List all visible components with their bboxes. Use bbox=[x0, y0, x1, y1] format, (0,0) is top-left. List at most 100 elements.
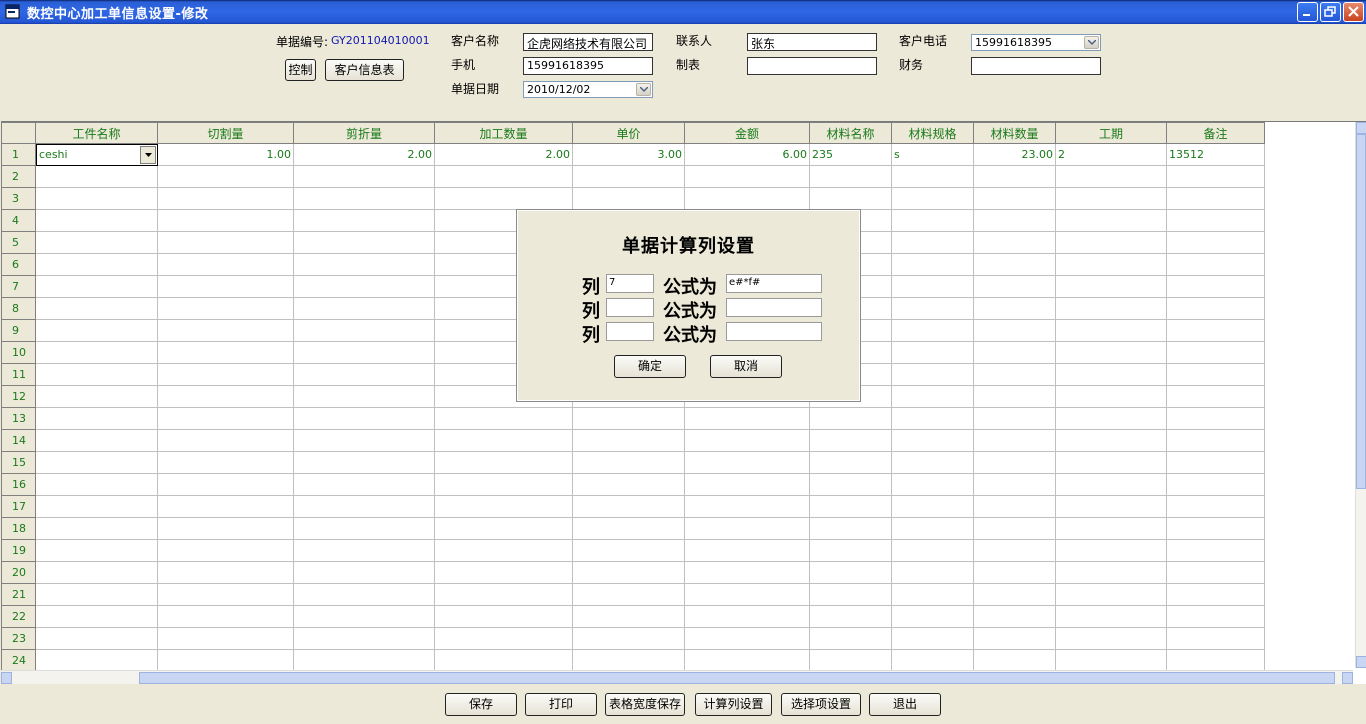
table-cell[interactable] bbox=[572, 649, 685, 672]
finance-field[interactable] bbox=[971, 57, 1101, 75]
row-number[interactable]: 15 bbox=[1, 451, 36, 474]
table-cell[interactable] bbox=[1055, 649, 1167, 672]
table-cell[interactable] bbox=[684, 583, 810, 606]
table-cell[interactable] bbox=[809, 649, 892, 672]
table-row[interactable]: 23 bbox=[1, 627, 1270, 650]
table-cell[interactable] bbox=[1055, 627, 1167, 650]
table-cell[interactable]: 2.00 bbox=[293, 143, 435, 166]
table-cell[interactable] bbox=[684, 605, 810, 628]
table-cell[interactable] bbox=[157, 583, 294, 606]
table-cell[interactable] bbox=[684, 495, 810, 518]
column-header[interactable]: 材料数量 bbox=[973, 122, 1056, 144]
table-cell[interactable] bbox=[293, 385, 435, 408]
table-cell[interactable] bbox=[572, 451, 685, 474]
table-cell[interactable]: 1.00 bbox=[157, 143, 294, 166]
table-cell[interactable] bbox=[35, 539, 158, 562]
table-cell[interactable] bbox=[293, 165, 435, 188]
table-cell[interactable] bbox=[293, 451, 435, 474]
customer-name-field[interactable]: 企虎网络技术有限公司 bbox=[523, 33, 653, 51]
data-grid[interactable]: 工件名称 切割量 剪折量 加工数量 单价 金额 材料名称 材料规格 材料数量 工期 备注 1 1.00… bbox=[1, 121, 1366, 684]
table-cell[interactable] bbox=[1166, 275, 1265, 298]
cancel-button[interactable]: 取消 bbox=[710, 355, 782, 378]
table-cell[interactable] bbox=[434, 407, 573, 430]
row-number[interactable]: 3 bbox=[1, 187, 36, 210]
row-number[interactable]: 12 bbox=[1, 385, 36, 408]
table-cell[interactable]: 235 bbox=[809, 143, 892, 166]
print-button[interactable]: 打印 bbox=[525, 693, 597, 716]
col-input-3[interactable] bbox=[606, 322, 654, 341]
customer-phone-combo[interactable]: 15991618395 bbox=[971, 34, 1101, 51]
table-cell[interactable] bbox=[293, 407, 435, 430]
table-cell[interactable] bbox=[973, 495, 1056, 518]
table-cell[interactable] bbox=[293, 297, 435, 320]
table-cell[interactable] bbox=[1166, 451, 1265, 474]
table-cell[interactable] bbox=[973, 275, 1056, 298]
table-cell[interactable] bbox=[1166, 429, 1265, 452]
row-number[interactable]: 18 bbox=[1, 517, 36, 540]
table-cell[interactable] bbox=[434, 583, 573, 606]
table-cell[interactable] bbox=[1166, 583, 1265, 606]
column-header[interactable]: 金额 bbox=[684, 122, 810, 144]
table-cell[interactable] bbox=[973, 517, 1056, 540]
table-cell[interactable] bbox=[157, 275, 294, 298]
scroll-left-icon[interactable] bbox=[1, 672, 12, 684]
column-header[interactable]: 剪折量 bbox=[293, 122, 435, 144]
row-number[interactable]: 6 bbox=[1, 253, 36, 276]
table-row[interactable]: 17 bbox=[1, 495, 1270, 518]
table-cell[interactable] bbox=[293, 187, 435, 210]
table-cell[interactable] bbox=[1055, 583, 1167, 606]
row-number[interactable]: 5 bbox=[1, 231, 36, 254]
table-cell[interactable] bbox=[809, 627, 892, 650]
table-cell[interactable] bbox=[891, 341, 974, 364]
row-number[interactable]: 14 bbox=[1, 429, 36, 452]
vertical-scroll-thumb[interactable] bbox=[1356, 134, 1366, 489]
table-cell[interactable] bbox=[1055, 297, 1167, 320]
table-cell[interactable] bbox=[293, 561, 435, 584]
table-cell[interactable] bbox=[35, 561, 158, 584]
table-cell[interactable] bbox=[572, 583, 685, 606]
table-cell[interactable]: 2.00 bbox=[434, 143, 573, 166]
date-picker[interactable]: 2010/12/02 bbox=[523, 81, 653, 98]
table-cell[interactable] bbox=[35, 341, 158, 364]
table-cell[interactable] bbox=[684, 429, 810, 452]
table-cell[interactable] bbox=[572, 539, 685, 562]
table-cell[interactable] bbox=[35, 517, 158, 540]
column-header[interactable]: 材料规格 bbox=[891, 122, 974, 144]
table-cell[interactable] bbox=[809, 495, 892, 518]
table-cell[interactable] bbox=[1055, 363, 1167, 386]
table-cell[interactable] bbox=[572, 407, 685, 430]
table-cell[interactable] bbox=[35, 165, 158, 188]
table-cell[interactable] bbox=[35, 627, 158, 650]
table-cell[interactable] bbox=[891, 583, 974, 606]
table-cell[interactable] bbox=[572, 165, 685, 188]
table-cell[interactable] bbox=[684, 539, 810, 562]
table-cell[interactable] bbox=[1055, 275, 1167, 298]
table-cell[interactable] bbox=[157, 165, 294, 188]
row-number[interactable]: 9 bbox=[1, 319, 36, 342]
table-cell[interactable] bbox=[891, 495, 974, 518]
table-cell[interactable] bbox=[1055, 187, 1167, 210]
scroll-down-icon[interactable] bbox=[1356, 656, 1366, 668]
table-cell[interactable] bbox=[1166, 165, 1265, 188]
table-cell[interactable] bbox=[1055, 451, 1167, 474]
table-cell[interactable] bbox=[1055, 495, 1167, 518]
table-cell[interactable] bbox=[684, 649, 810, 672]
table-cell[interactable] bbox=[891, 275, 974, 298]
table-cell[interactable] bbox=[891, 209, 974, 232]
table-cell[interactable] bbox=[809, 473, 892, 496]
table-cell[interactable] bbox=[35, 253, 158, 276]
table-cell[interactable] bbox=[35, 275, 158, 298]
row-number[interactable]: 1 bbox=[1, 143, 36, 166]
table-cell[interactable] bbox=[434, 517, 573, 540]
table-row[interactable]: 16 bbox=[1, 473, 1270, 496]
table-cell[interactable] bbox=[35, 209, 158, 232]
table-cell[interactable] bbox=[572, 429, 685, 452]
table-cell[interactable] bbox=[434, 649, 573, 672]
maker-field[interactable] bbox=[747, 57, 877, 75]
table-cell[interactable] bbox=[157, 363, 294, 386]
table-row[interactable]: 19 bbox=[1, 539, 1270, 562]
table-cell[interactable] bbox=[1055, 605, 1167, 628]
table-cell[interactable] bbox=[1166, 561, 1265, 584]
row-number[interactable]: 19 bbox=[1, 539, 36, 562]
table-row[interactable]: 15 bbox=[1, 451, 1270, 474]
